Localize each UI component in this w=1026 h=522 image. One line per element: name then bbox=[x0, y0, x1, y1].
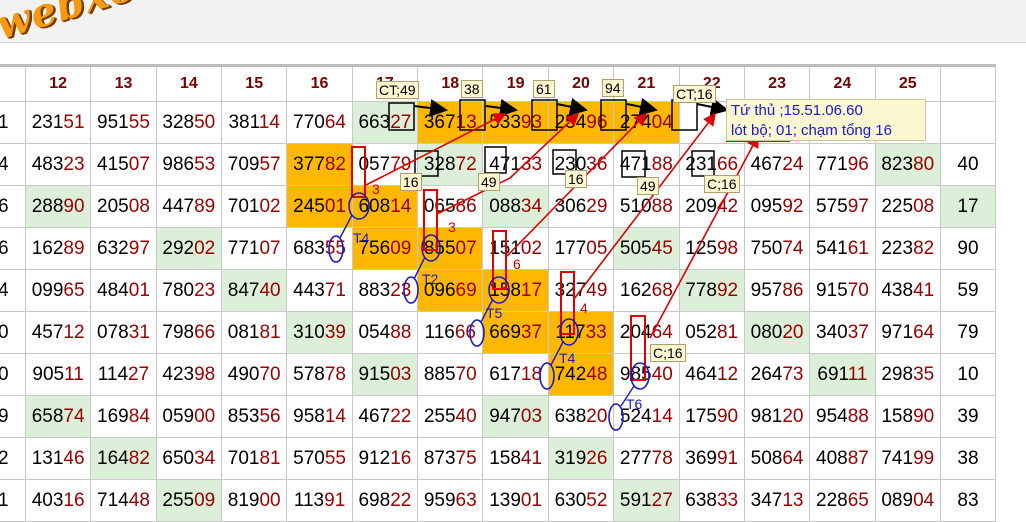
red-bar bbox=[560, 271, 575, 335]
black-arrow bbox=[485, 98, 518, 117]
label-49: 49 bbox=[478, 173, 500, 191]
red-bar bbox=[492, 230, 507, 290]
note-line-1: Tứ thủ ;15.51.06.60 bbox=[731, 102, 863, 119]
label-49b: 49 bbox=[637, 177, 659, 195]
red-bar bbox=[630, 315, 646, 381]
label-c16b: C;16 bbox=[650, 344, 686, 362]
prediction-note: Tứ thủ ;15.51.06.60 lót bộ; 01; chạm tổn… bbox=[726, 99, 926, 141]
black-arrow bbox=[696, 98, 729, 116]
blue-ellipse bbox=[539, 362, 555, 390]
label-16b: 16 bbox=[565, 170, 587, 188]
label-3a: 3 bbox=[372, 181, 380, 197]
label-c16a: C;16 bbox=[704, 175, 740, 193]
label-94: 94 bbox=[602, 79, 624, 97]
black-arrow bbox=[626, 97, 658, 116]
black-box bbox=[600, 99, 627, 131]
red-arrow bbox=[509, 112, 580, 179]
label-16: 16 bbox=[400, 173, 422, 191]
red-bar bbox=[423, 189, 438, 251]
label-3b: 3 bbox=[448, 219, 456, 235]
black-box bbox=[484, 146, 507, 174]
label-ct16: CT;16 bbox=[673, 85, 716, 103]
black-arrows bbox=[413, 97, 729, 117]
label-t6: T6 bbox=[626, 396, 643, 412]
black-box bbox=[531, 99, 558, 131]
label-ct49: CT;49 bbox=[376, 81, 419, 99]
label-6: 6 bbox=[513, 256, 521, 272]
label-4: 4 bbox=[580, 300, 588, 316]
label-61: 61 bbox=[533, 80, 555, 98]
note-line-2: lót bộ; 01; chạm tổng 16 bbox=[731, 122, 892, 139]
label-t5: T5 bbox=[486, 305, 503, 321]
black-box bbox=[621, 150, 646, 178]
label-t4a: T4 bbox=[353, 230, 370, 246]
blue-ellipse bbox=[559, 318, 579, 346]
red-arrow bbox=[649, 134, 759, 339]
label-t4b: T4 bbox=[559, 350, 576, 366]
blue-ellipse bbox=[403, 276, 419, 304]
label-38: 38 bbox=[461, 80, 483, 98]
black-arrow bbox=[556, 97, 588, 116]
red-bar bbox=[351, 146, 366, 198]
red-arrow bbox=[573, 112, 716, 300]
black-box bbox=[388, 102, 415, 131]
black-arrow bbox=[413, 99, 448, 117]
blue-ellipse bbox=[630, 362, 650, 390]
black-box bbox=[671, 99, 698, 131]
blue-ellipse bbox=[469, 319, 485, 347]
black-box bbox=[691, 150, 715, 177]
blue-ellipse bbox=[328, 235, 344, 263]
label-t2: T2 bbox=[422, 271, 439, 287]
blue-ellipse bbox=[608, 403, 624, 431]
red-bars bbox=[351, 100, 790, 381]
